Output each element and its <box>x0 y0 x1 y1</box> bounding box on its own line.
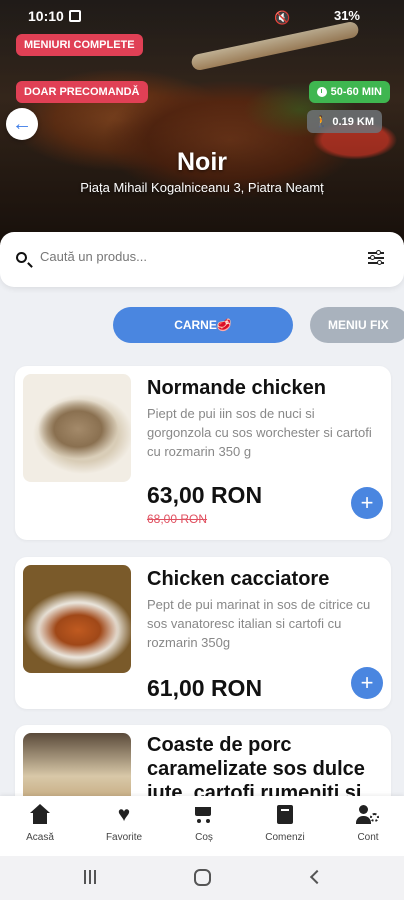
signal-icon <box>314 10 328 22</box>
nav-item-account[interactable]: Cont <box>328 804 404 843</box>
product-card[interactable]: Chicken cacciatore Pept de pui marinat i… <box>15 557 391 709</box>
nav-item-home[interactable]: Acasă <box>0 804 80 843</box>
product-price: 61,00 RON <box>147 675 263 701</box>
product-price: 63,00 RON <box>147 482 263 508</box>
product-old-price: 68,00 RON <box>147 512 208 526</box>
product-image <box>23 565 131 673</box>
restaurant-address: Piața Mihail Kogalniceanu 3, Piatra Neam… <box>80 180 324 195</box>
home-icon <box>30 804 50 826</box>
restaurant-hero: 10:10 🔇 31% MENIURI COMPLETE DOAR PRECOM… <box>0 0 404 245</box>
cart-icon <box>193 804 215 826</box>
walking-icon: 🚶 <box>314 116 329 128</box>
mute-icon: 🔇 <box>273 9 291 25</box>
home-button-icon[interactable] <box>194 869 211 886</box>
status-time: 10:10 <box>28 8 64 24</box>
system-navigation-bar <box>0 856 404 900</box>
book-icon <box>277 804 293 826</box>
back-chevron-icon[interactable] <box>309 869 325 885</box>
recents-icon[interactable] <box>82 870 98 884</box>
product-image <box>23 374 131 482</box>
add-to-cart-button[interactable]: + <box>351 667 383 699</box>
search-input[interactable] <box>40 249 340 264</box>
preorder-only-badge: DOAR PRECOMANDĂ <box>16 81 148 103</box>
distance-badge: 🚶 0.19 KM <box>306 110 382 133</box>
product-name: Coaste de porc caramelizate sos dulce iu… <box>147 734 365 804</box>
nav-item-orders[interactable]: Comenzi <box>245 804 325 843</box>
search-bar <box>0 232 404 287</box>
status-bar: 10:10 🔇 31% <box>0 0 404 32</box>
wifi-icon <box>294 10 308 22</box>
bottom-navigation: Acasă ♥ Favorite Coș Comenzi Cont <box>0 796 404 856</box>
clock-icon <box>316 87 327 97</box>
nav-item-cart[interactable]: Coș <box>164 804 244 843</box>
complete-menus-badge: MENIURI COMPLETE <box>16 34 143 56</box>
plus-icon: + <box>360 490 374 515</box>
nav-item-favorites[interactable]: ♥ Favorite <box>84 803 164 844</box>
product-name: Chicken cacciatore <box>147 568 330 590</box>
product-card[interactable]: Normande chicken Piept de pui iin sos de… <box>15 366 391 540</box>
back-button[interactable]: ← <box>6 108 38 140</box>
search-icon <box>16 252 27 263</box>
arrow-left-icon: ← <box>12 112 32 135</box>
add-to-cart-button[interactable]: + <box>351 487 383 519</box>
product-description: Pept de pui marinat in sos de citrice cu… <box>147 597 371 650</box>
product-description: Piept de pui iin sos de nuci si gorgonzo… <box>147 406 372 459</box>
image-notification-icon <box>69 10 81 22</box>
category-tab-meniu-fix[interactable]: MENIU FIX <box>310 307 404 343</box>
battery-percent: 31% <box>333 8 360 23</box>
battery-icon <box>366 10 380 22</box>
user-settings-icon <box>356 804 380 826</box>
restaurant-name: Noir <box>177 148 227 176</box>
product-name: Normande chicken <box>147 377 326 399</box>
filter-icon[interactable] <box>368 250 384 265</box>
category-tab-carne[interactable]: CARNE🥩 <box>113 307 293 343</box>
delivery-time-badge: 50-60 MIN <box>308 81 390 103</box>
plus-icon: + <box>360 670 374 695</box>
heart-icon: ♥ <box>117 803 131 826</box>
